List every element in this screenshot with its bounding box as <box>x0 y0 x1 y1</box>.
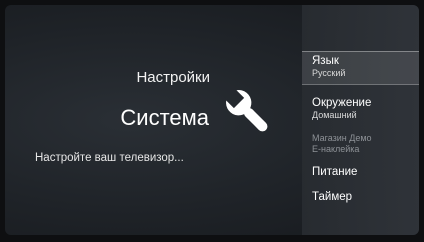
menu-item-timer[interactable]: Таймер <box>302 191 419 209</box>
menu-item-label: Окружение <box>312 97 372 109</box>
settings-header-panel: Настройки Система Настройте ваш телевизо… <box>5 5 305 235</box>
menu-item-label: Язык <box>312 55 339 67</box>
menu-item-power[interactable]: Питание <box>302 166 419 184</box>
menu-item-value: Домашний <box>312 110 357 120</box>
menu-item-value: E-наклейка <box>312 144 360 154</box>
menu-item-label: Таймер <box>312 191 353 203</box>
page-description: Настройте ваш телевизор... <box>35 152 184 164</box>
tv-screen: Настройки Система Настройте ваш телевизо… <box>5 5 419 235</box>
menu-item-value: Русский <box>312 68 346 78</box>
menu-item-language[interactable]: Язык Русский <box>302 51 419 85</box>
section-label: Настройки <box>136 69 210 86</box>
menu-item-label: Питание <box>312 166 358 178</box>
settings-menu: Язык Русский Окружение Домашний Магазин … <box>302 5 419 235</box>
menu-item-environment[interactable]: Окружение Домашний <box>302 97 419 125</box>
page-title: Система <box>120 105 209 130</box>
menu-item-label: Магазин Демо <box>312 133 372 143</box>
menu-item-demo-store: Магазин Демо E-наклейка <box>302 133 419 159</box>
wrench-icon <box>226 90 268 132</box>
